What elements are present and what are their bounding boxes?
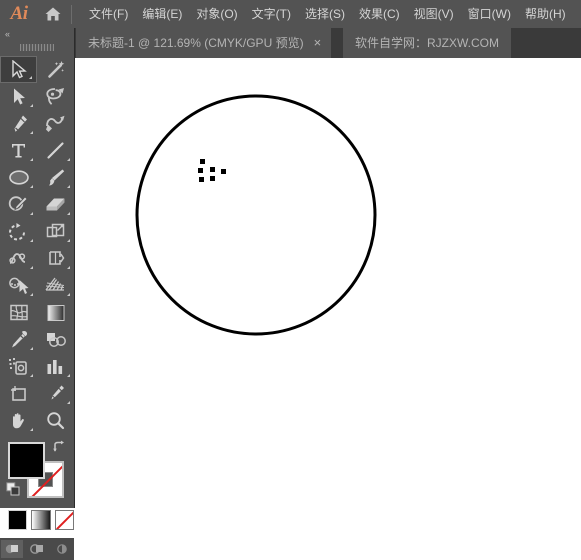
- line-segment-tool[interactable]: [37, 137, 74, 164]
- tool-flyout-indicator: [30, 266, 33, 269]
- ai-logo: Ai: [10, 3, 28, 24]
- tool-flyout-indicator: [67, 158, 70, 161]
- tool-flyout-indicator: [67, 212, 70, 215]
- menu-effect[interactable]: 效果(C): [352, 0, 407, 28]
- tool-flyout-indicator: [67, 293, 70, 296]
- blend-tool[interactable]: [37, 326, 74, 353]
- lasso-tool[interactable]: [37, 83, 74, 110]
- ellipse-tool[interactable]: [0, 164, 37, 191]
- paintbrush-tool[interactable]: [37, 164, 74, 191]
- close-icon[interactable]: ×: [314, 28, 322, 58]
- tool-flyout-indicator: [29, 76, 32, 79]
- zoom-tool[interactable]: [37, 407, 74, 434]
- hand-tool[interactable]: [0, 407, 37, 434]
- tool-flyout-indicator: [30, 185, 33, 188]
- menu-divider: [71, 4, 72, 24]
- tool-flyout-indicator: [30, 239, 33, 242]
- menu-type[interactable]: 文字(T): [245, 0, 298, 28]
- color-mode-gradient[interactable]: [31, 510, 51, 530]
- tool-flyout-indicator: [30, 104, 33, 107]
- pen-tool[interactable]: [0, 110, 37, 137]
- type-tool[interactable]: [0, 137, 37, 164]
- tab-label: 未标题-1 @ 121.69% (CMYK/GPU 预览): [88, 36, 304, 50]
- menu-items: 文件(F) 编辑(E) 对象(O) 文字(T) 选择(S) 效果(C) 视图(V…: [82, 0, 573, 28]
- artboard-tool[interactable]: [0, 380, 37, 407]
- menu-window[interactable]: 窗口(W): [461, 0, 518, 28]
- draw-behind-mode[interactable]: [26, 540, 48, 558]
- color-mode-buttons: [8, 510, 74, 530]
- tool-flyout-indicator: [30, 374, 33, 377]
- panel-grip-lines: [20, 44, 54, 51]
- curvature-tool[interactable]: [37, 110, 74, 137]
- default-fill-stroke-icon[interactable]: [6, 482, 21, 502]
- symbol-sprayer-tool[interactable]: [0, 353, 37, 380]
- tab-label: 软件自学网：RJZXW.COM: [355, 36, 499, 50]
- tool-flyout-indicator: [67, 239, 70, 242]
- tool-flyout-indicator: [67, 185, 70, 188]
- tool-flyout-indicator: [30, 212, 33, 215]
- tools-panel: «: [0, 28, 75, 560]
- shaper-pencil-tool[interactable]: [0, 191, 37, 218]
- column-graph-tool[interactable]: [37, 353, 74, 380]
- home-icon[interactable]: [38, 6, 68, 22]
- menu-edit[interactable]: 编辑(E): [135, 0, 189, 28]
- tools-panel-header: «: [0, 28, 74, 41]
- eraser-tool[interactable]: [37, 191, 74, 218]
- tools-grid: [0, 56, 74, 434]
- tool-flyout-indicator: [30, 158, 33, 161]
- anchor-point[interactable]: [219, 167, 227, 175]
- draw-inside-mode[interactable]: [51, 540, 73, 558]
- menu-select[interactable]: 选择(S): [298, 0, 352, 28]
- width-warp-tool[interactable]: [0, 245, 37, 272]
- anchor-point[interactable]: [198, 157, 206, 165]
- artboard-canvas[interactable]: [75, 58, 581, 508]
- tool-flyout-indicator: [30, 428, 33, 431]
- document-tab-bar: 未标题-1 @ 121.69% (CMYK/GPU 预览) × 软件自学网：RJ…: [0, 28, 581, 58]
- anchor-point[interactable]: [208, 165, 216, 173]
- anchor-point[interactable]: [197, 175, 205, 183]
- menu-object[interactable]: 对象(O): [189, 0, 244, 28]
- tool-flyout-indicator: [67, 266, 70, 269]
- mesh-tool[interactable]: [0, 299, 37, 326]
- draw-normal-mode[interactable]: [1, 540, 24, 558]
- tool-flyout-indicator: [30, 293, 33, 296]
- direct-selection-tool[interactable]: [0, 83, 37, 110]
- rotate-tool[interactable]: [0, 218, 37, 245]
- tool-flyout-indicator: [67, 401, 70, 404]
- free-transform-tool[interactable]: [37, 245, 74, 272]
- swap-fill-stroke-icon[interactable]: [52, 440, 66, 459]
- menu-help[interactable]: 帮助(H): [518, 0, 573, 28]
- panel-drag-handle[interactable]: [0, 41, 74, 54]
- magic-wand-tool[interactable]: [37, 56, 74, 83]
- perspective-grid-tool[interactable]: [37, 272, 74, 299]
- color-mode-none[interactable]: [54, 510, 74, 530]
- illustrator-window: Ai 文件(F) 编辑(E) 对象(O) 文字(T) 选择(S) 效果(C) 视…: [0, 0, 581, 560]
- fill-swatch[interactable]: [8, 442, 45, 479]
- ellipse-path[interactable]: [75, 58, 581, 508]
- color-mode-solid[interactable]: [8, 510, 28, 530]
- shape-builder-tool[interactable]: [0, 272, 37, 299]
- selection-tool[interactable]: [0, 56, 37, 83]
- menu-file[interactable]: 文件(F): [82, 0, 135, 28]
- gradient-tool[interactable]: [37, 299, 74, 326]
- tool-flyout-indicator: [30, 131, 33, 134]
- menu-bar: Ai 文件(F) 编辑(E) 对象(O) 文字(T) 选择(S) 效果(C) 视…: [0, 0, 581, 28]
- document-tab-untitled[interactable]: 未标题-1 @ 121.69% (CMYK/GPU 预览) ×: [76, 28, 332, 58]
- document-tab-website[interactable]: 软件自学网：RJZXW.COM: [343, 28, 511, 58]
- tool-flyout-indicator: [67, 374, 70, 377]
- scale-tool[interactable]: [37, 218, 74, 245]
- tool-flyout-indicator: [30, 347, 33, 350]
- anchor-point[interactable]: [208, 174, 216, 182]
- fill-stroke-controls: [6, 440, 66, 498]
- drawing-mode-buttons: [0, 538, 74, 560]
- eyedropper-tool[interactable]: [0, 326, 37, 353]
- chevron-double-left-icon[interactable]: «: [5, 30, 10, 39]
- menu-view[interactable]: 视图(V): [407, 0, 461, 28]
- slice-tool[interactable]: [37, 380, 74, 407]
- anchor-point[interactable]: [196, 166, 204, 174]
